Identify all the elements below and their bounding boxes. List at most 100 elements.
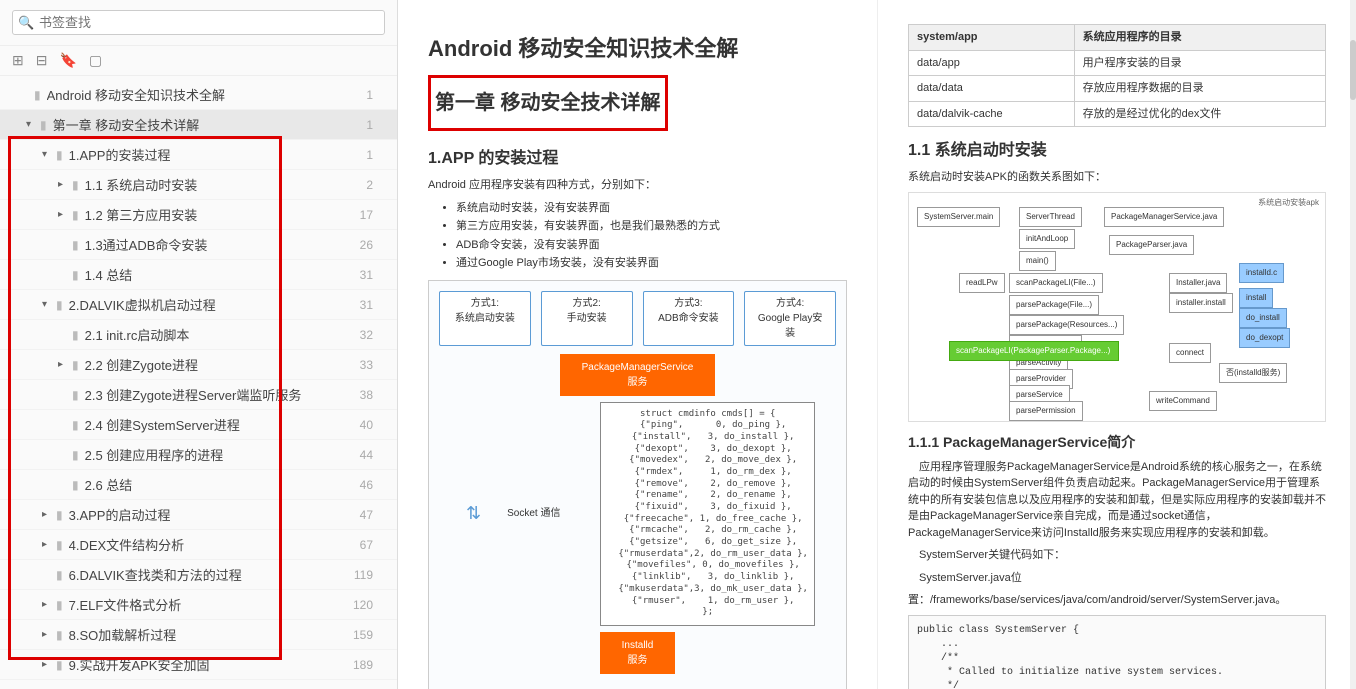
toc-row[interactable]: ▸▮8.SO加载解析过程159	[0, 620, 397, 650]
section-1-1-1: 1.1.1 PackageManagerService简介	[908, 432, 1326, 453]
toc-row[interactable]: ▮1.4 总结31	[0, 260, 397, 290]
search-icon: 🔍	[18, 15, 34, 31]
expand-arrow-icon[interactable]: ▸	[58, 209, 70, 220]
install-flow-diagram: 方式1: 系统启动安装方式2: 手动安装方式3: ADB命令安装方式4: Goo…	[428, 280, 847, 689]
document-view: Android 移动安全知识技术全解 第一章 移动安全技术详解 1.APP 的安…	[398, 0, 1356, 689]
fd-n7: scanPackageLI(File...)	[1009, 273, 1103, 293]
toc-row[interactable]: ▮6.DALVIK查找类和方法的过程119	[0, 560, 397, 590]
bookmark-glyph-icon: ▮	[72, 178, 79, 192]
cell: 系统应用程序的目录	[1074, 25, 1325, 51]
list-item: 通过Google Play市场安装，没有安装界面	[456, 255, 847, 272]
toc-page: 32	[360, 328, 387, 342]
cell: data/app	[909, 50, 1075, 76]
bookmark-glyph-icon: ▮	[40, 118, 47, 132]
toc-page: 31	[360, 268, 387, 282]
toc-row[interactable]: ▮2.3 创建Zygote进程Server端监听服务38	[0, 380, 397, 410]
cell: 用户程序安装的目录	[1074, 50, 1325, 76]
toc-row[interactable]: ▸▮7.ELF文件格式分析120	[0, 590, 397, 620]
fd-n18: installer.install	[1169, 293, 1233, 313]
toc-row[interactable]: ▮2.6 总结46	[0, 470, 397, 500]
toc-row[interactable]: ▸▮ 1.2 第三方应用安装 17	[0, 200, 397, 230]
bookmark-glyph-icon: ▮	[72, 208, 79, 222]
fd-n25: 否(installd服务)	[1219, 363, 1287, 383]
bookmark-glyph-icon: ▮	[72, 238, 79, 252]
expand-arrow-icon[interactable]: ▸	[42, 629, 54, 640]
toc-row[interactable]: ▾▮第一章 移动安全技术详解1	[0, 110, 397, 140]
doc-title: Android 移动安全知识技术全解	[428, 32, 847, 65]
expand-arrow-icon[interactable]: ▾	[42, 149, 54, 160]
expand-arrow-icon[interactable]: ▸	[58, 359, 70, 370]
toc-row[interactable]: ▸▮1.1 系统启动时安装2	[0, 170, 397, 200]
toc-label: 2.1 init.rc启动脚本	[85, 325, 190, 344]
install-mode-box: 方式4: Google Play安装	[744, 291, 836, 346]
section-heading: 1.APP 的安装过程	[428, 147, 847, 171]
search-row: 🔍	[0, 0, 397, 46]
cell: data/data	[909, 76, 1075, 102]
toc-page: 17	[360, 208, 387, 222]
search-input[interactable]	[12, 10, 385, 35]
section-1-1: 1.1 系统启动时安装	[908, 139, 1326, 163]
toc-page: 67	[360, 538, 387, 552]
list-item: ADB命令安装，没有安装界面	[456, 237, 847, 254]
page-1: Android 移动安全知识技术全解 第一章 移动安全技术详解 1.APP 的安…	[398, 0, 877, 689]
toc-page: 31	[360, 298, 387, 312]
toc-label: 1.2 第三方应用安装	[85, 205, 198, 224]
toc-row[interactable]: ▸▮2.2 创建Zygote进程33	[0, 350, 397, 380]
page-2: system/app系统应用程序的目录data/app用户程序安装的目录data…	[877, 0, 1356, 689]
toc-row[interactable]: ▸▮3.APP的启动过程47	[0, 500, 397, 530]
toc-label: 1.1 系统启动时安装	[85, 175, 198, 194]
installd-box: Installd 服务	[600, 632, 676, 674]
pms-intro: 应用程序管理服务PackageManagerService是Android系统的…	[908, 459, 1326, 542]
expand-arrow-icon[interactable]: ▸	[42, 509, 54, 520]
toc-row[interactable]: ▸▮4.DEX文件结构分析67	[0, 530, 397, 560]
fd-n22: do_dexopt	[1239, 328, 1290, 348]
toc-row[interactable]: ▸▮9.实战开发APK安全加固189	[0, 650, 397, 680]
collapse-all-icon[interactable]: ⊟	[36, 52, 48, 69]
bookmark-glyph-icon: ▮	[72, 358, 79, 372]
toc-page: 1	[366, 118, 387, 132]
ss-path-a: SystemServer.java位	[908, 570, 1326, 587]
intro-text: Android 应用程序安装有四种方式，分别如下：	[428, 177, 847, 194]
fd-n16: scanPackageLI(PackageParser.Package...)	[949, 341, 1119, 361]
toc-label: 9.实战开发APK安全加固	[69, 655, 210, 674]
expand-arrow-icon[interactable]: ▸	[42, 599, 54, 610]
expand-arrow-icon[interactable]: ▸	[42, 539, 54, 550]
table-row: data/dalvik-cache存放的是经过优化的dex文件	[909, 101, 1326, 127]
cmds-struct: struct cmdinfo cmds[] = { {"ping", 0, do…	[600, 402, 814, 626]
toc-page: 38	[360, 388, 387, 402]
bookmark-glyph-icon: ▮	[72, 418, 79, 432]
install-mode-box: 方式3: ADB命令安装	[643, 291, 735, 346]
toc-page: 40	[360, 418, 387, 432]
fd-n21: do_install	[1239, 308, 1287, 328]
fd-n15: parsePermission	[1009, 401, 1083, 421]
expand-arrow-icon[interactable]: ▾	[26, 119, 38, 130]
expand-arrow-icon[interactable]: ▸	[58, 179, 70, 190]
bookmark-glyph-icon: ▮	[72, 388, 79, 402]
toc-row[interactable]: ▾▮2.DALVIK虚拟机启动过程31	[0, 290, 397, 320]
fd-n1: SystemServer.main	[917, 207, 1000, 227]
toc-label: 2.4 创建SystemServer进程	[85, 415, 240, 434]
fd-n24: writeCommand	[1149, 391, 1217, 411]
install-modes-list: 系统启动时安装，没有安装界面第三方应用安装，有安装界面，也是我们最熟悉的方式AD…	[456, 200, 847, 272]
toc-row[interactable]: ▮2.1 init.rc启动脚本32	[0, 320, 397, 350]
toc-row[interactable]: ▾▮1.APP的安装过程1	[0, 140, 397, 170]
code-block-ss: public class SystemServer { ... /** * Ca…	[908, 615, 1326, 689]
toc-row[interactable]: ▮2.5 创建应用程序的进程44	[0, 440, 397, 470]
table-row: data/data存放应用程序数据的目录	[909, 76, 1326, 102]
toc-row[interactable]: ▮ 2.4 创建SystemServer进程 40	[0, 410, 397, 440]
bookmark-outline-icon[interactable]: ▢	[89, 52, 102, 69]
fd-n5: main()	[1019, 251, 1056, 271]
expand-arrow-icon[interactable]: ▸	[42, 659, 54, 670]
toc-label: 7.ELF文件格式分析	[69, 595, 182, 614]
list-item: 系统启动时安装，没有安装界面	[456, 200, 847, 217]
expand-arrow-icon[interactable]: ▾	[42, 299, 54, 310]
toc-row[interactable]: ▮Android 移动安全知识技术全解1	[0, 80, 397, 110]
fd-n20: install	[1239, 288, 1273, 308]
toc-row[interactable]: ▮1.3通过ADB命令安装26	[0, 230, 397, 260]
install-mode-box: 方式2: 手动安装	[541, 291, 633, 346]
dirs-table: system/app系统应用程序的目录data/app用户程序安装的目录data…	[908, 24, 1326, 127]
expand-all-icon[interactable]: ⊞	[12, 52, 24, 69]
toc-label: 4.DEX文件结构分析	[69, 535, 185, 554]
bookmark-icon[interactable]: 🔖	[59, 52, 76, 69]
bookmark-tree[interactable]: ▮Android 移动安全知识技术全解1▾▮第一章 移动安全技术详解1▾▮1.A…	[0, 76, 397, 689]
